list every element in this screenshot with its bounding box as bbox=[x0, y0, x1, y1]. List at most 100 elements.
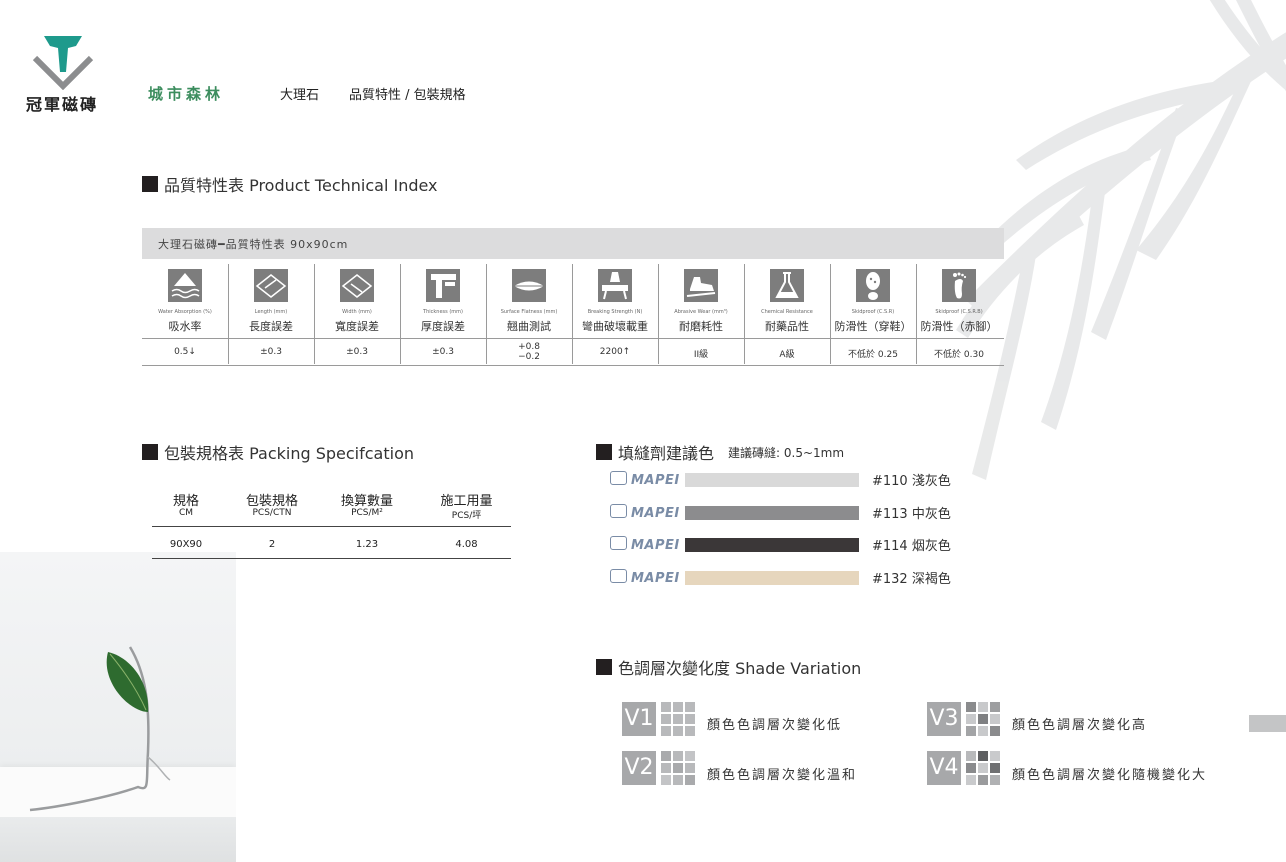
tech-col-zh-label: 翹曲測試 bbox=[507, 320, 551, 333]
tech-col-value: 2200↑ bbox=[599, 347, 631, 357]
tech-col-thickness: Thickness (mm) 厚度誤差 ±0.3 bbox=[400, 262, 486, 366]
leaf-stem-illustration bbox=[29, 646, 171, 812]
shade-v1-grid-icon bbox=[661, 702, 695, 736]
tech-col-breaking-strength: Breaking Strength (N) 彎曲破壞載重 2200↑ bbox=[572, 262, 658, 366]
tech-col-en-label: Chemical Resistance bbox=[761, 309, 813, 315]
table-divider bbox=[152, 558, 511, 559]
weight-icon bbox=[598, 269, 632, 302]
mapei-logo: MAPEI bbox=[610, 471, 680, 488]
grout-color-swatch bbox=[685, 538, 859, 552]
tech-section-title-text: 品質特性表 Product Technical Index bbox=[164, 176, 438, 195]
tech-col-length: Length (mm) 長度誤差 ±0.3 bbox=[228, 262, 314, 366]
flask-icon bbox=[770, 269, 804, 302]
mapei-mark-icon bbox=[610, 471, 627, 485]
section-square-icon bbox=[142, 176, 158, 192]
shade-v3-grid-icon bbox=[966, 702, 1000, 736]
mapei-brand-text: MAPEI bbox=[631, 538, 680, 553]
packing-cell: 1.23 bbox=[355, 539, 379, 550]
flatness-minus-value: −0.2 bbox=[518, 352, 540, 362]
packing-cell: 4.08 bbox=[455, 539, 478, 550]
tech-col-zh-label: 長度誤差 bbox=[249, 320, 293, 333]
tech-col-skidproof-shoe: Skidproof (C.S.R) 防滑性（穿鞋） 不低於 0.25 bbox=[830, 262, 916, 366]
mapei-mark-icon bbox=[610, 504, 627, 518]
tech-col-en-label: Abrasive Wear (mm³) bbox=[674, 309, 728, 315]
mapei-logo: MAPEI bbox=[610, 536, 680, 553]
tech-col-value: ±0.3 bbox=[346, 347, 368, 357]
mapei-brand-text: MAPEI bbox=[631, 571, 680, 586]
shade-description: 顏色色調層次變化高 bbox=[1012, 718, 1148, 733]
flatness-icon bbox=[512, 269, 546, 302]
tech-col-value: 不低於 0.25 bbox=[848, 350, 898, 360]
tech-col-value: ±0.3 bbox=[260, 347, 282, 357]
mapei-mark-icon bbox=[610, 536, 627, 550]
section-square-icon bbox=[596, 444, 612, 460]
packing-section-title-text: 包裝規格表 Packing Specifcation bbox=[164, 444, 414, 463]
mapei-logo: MAPEI bbox=[610, 569, 680, 586]
caliper-icon bbox=[426, 269, 460, 302]
shade-section-title: 色調層次變化度 Shade Variation bbox=[596, 655, 861, 679]
tech-col-en-label: Breaking Strength (N) bbox=[587, 309, 643, 315]
plant-photo bbox=[0, 552, 236, 862]
tech-table-title-bar: 大理石磁磚━品質特性表 90x90cm bbox=[142, 228, 1004, 259]
packing-header-unit: CM bbox=[178, 508, 194, 518]
tech-col-value: +0.8 −0.2 bbox=[486, 342, 572, 362]
tech-col-zh-label: 厚度誤差 bbox=[421, 320, 465, 333]
tech-col-en-label: Skidproof (C.S.R) bbox=[851, 309, 895, 315]
footprint-icon bbox=[942, 269, 976, 302]
packing-header: 規格 bbox=[172, 494, 199, 509]
mapei-logo: MAPEI bbox=[610, 504, 680, 521]
grout-color-name: #132 深褐色 bbox=[872, 572, 951, 587]
packing-cell: 90X90 bbox=[169, 539, 203, 550]
shade-v4-grid-icon bbox=[966, 751, 1000, 785]
mapei-brand-text: MAPEI bbox=[631, 473, 680, 488]
section-square-icon bbox=[596, 659, 612, 675]
shoe-icon bbox=[684, 269, 718, 302]
brand-name: 冠軍磁磚 bbox=[26, 95, 99, 114]
series-name: 城市森林 bbox=[148, 85, 225, 103]
shade-description: 顏色色調層次變化溫和 bbox=[707, 768, 858, 783]
packing-header: 包裝規格 bbox=[245, 494, 298, 509]
mapei-brand-text: MAPEI bbox=[631, 506, 680, 521]
grout-color-swatch bbox=[685, 571, 859, 585]
tech-col-water-absorption: Water Absorption (%) 吸水率 0.5↓ bbox=[142, 262, 228, 366]
shade-code-badge: V3 bbox=[927, 702, 961, 736]
category-label: 大理石 bbox=[280, 88, 320, 103]
shade-description: 顏色色調層次變化低 bbox=[707, 718, 843, 733]
tech-col-skidproof-barefoot: Skidproof (C.S.R.B) 防滑性（赤腳） 不低於 0.30 bbox=[916, 262, 1002, 366]
brand-logo-icon bbox=[32, 36, 94, 90]
mapei-mark-icon bbox=[610, 569, 627, 583]
packing-section-title: 包裝規格表 Packing Specifcation bbox=[142, 440, 414, 464]
tech-col-en-label: Skidproof (C.S.R.B) bbox=[935, 309, 983, 315]
section-square-icon bbox=[142, 444, 158, 460]
grout-color-name: #113 中灰色 bbox=[872, 507, 951, 522]
table-divider bbox=[152, 526, 511, 527]
tech-col-en-label: Water Absorption (%) bbox=[158, 309, 212, 315]
shade-code-badge: V2 bbox=[622, 751, 656, 785]
tech-col-en-label: Surface Flatness (mm) bbox=[500, 309, 558, 315]
grout-color-name: #114 烟灰色 bbox=[872, 539, 951, 554]
tech-col-abrasive-wear: Abrasive Wear (mm³) 耐磨耗性 II級 bbox=[658, 262, 744, 366]
grout-section-title: 填縫劑建議色 建議磚縫: 0.5~1mm bbox=[596, 440, 844, 464]
packing-header-unit: PCS/CTN bbox=[252, 508, 292, 518]
water-drop-icon bbox=[168, 269, 202, 302]
tech-col-zh-label: 防滑性（赤腳） bbox=[920, 320, 998, 333]
tech-table-title: 大理石磁磚━品質特性表 90x90cm bbox=[158, 238, 349, 251]
shade-code-badge: V4 bbox=[927, 751, 961, 785]
grout-color-name: #110 淺灰色 bbox=[872, 474, 951, 489]
tech-col-zh-label: 寬度誤差 bbox=[335, 320, 379, 333]
shade-section-title-text: 色調層次變化度 Shade Variation bbox=[618, 659, 862, 678]
grout-color-swatch bbox=[685, 506, 859, 520]
tech-col-value: 不低於 0.30 bbox=[934, 350, 984, 360]
shoe-print-icon bbox=[856, 269, 890, 302]
page-subtitle: 品質特性 / 包裝規格 bbox=[349, 88, 466, 103]
tech-col-zh-label: 吸水率 bbox=[168, 320, 202, 333]
tech-col-chemical-resistance: Chemical Resistance 耐藥品性 A級 bbox=[744, 262, 830, 366]
packing-header-unit: PCS/M² bbox=[351, 508, 383, 518]
packing-table: 規格 CM 包裝規格 PCS/CTN 換算數量 PCS/M² 施工用量 PCS/… bbox=[152, 488, 511, 560]
packing-cell: 2 bbox=[268, 539, 276, 550]
shade-v2-grid-icon bbox=[661, 751, 695, 785]
packing-header-unit: PCS/坪 bbox=[451, 511, 482, 521]
tech-col-en-label: Thickness (mm) bbox=[423, 309, 463, 315]
tech-section-title: 品質特性表 Product Technical Index bbox=[142, 172, 438, 196]
tech-col-zh-label: 耐藥品性 bbox=[765, 320, 809, 333]
